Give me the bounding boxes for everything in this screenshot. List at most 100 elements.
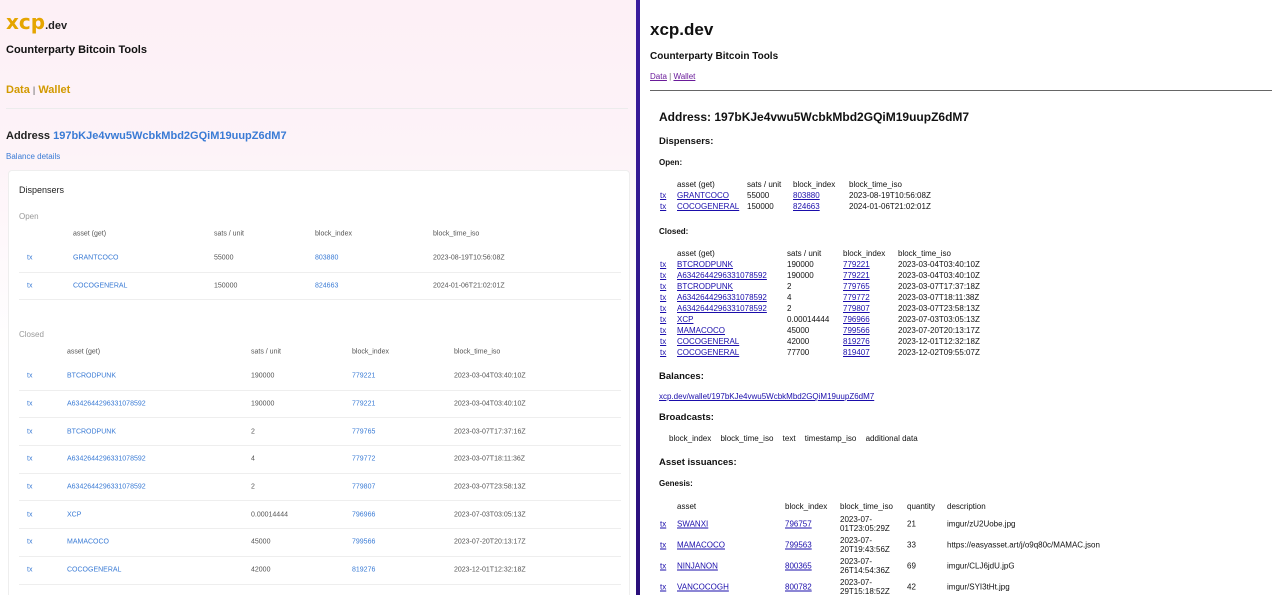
asset-link[interactable]: SWANXI [677,519,708,528]
asset-link[interactable]: BTCRODPUNK [67,373,116,380]
nav-wallet-link[interactable]: Wallet [673,72,695,81]
asset-link[interactable]: MAMACOCO [67,539,109,546]
nav-wallet-link[interactable]: Wallet [38,84,70,96]
block-link[interactable]: 779221 [843,271,870,280]
asset-link[interactable]: A6342644296331078592 [67,401,146,408]
tx-link[interactable]: tx [660,519,666,528]
table-row: tx A6342644296331078592 190000 779221 20… [659,271,1259,282]
asset-link[interactable]: BTCRODPUNK [677,260,733,269]
tx-link[interactable]: tx [660,540,666,549]
asset-link[interactable]: MAMACOCO [677,540,725,549]
asset-link[interactable]: COCOGENERAL [73,283,127,290]
block-link[interactable]: 799566 [352,539,375,546]
asset-link[interactable]: MAMACOCO [677,326,725,335]
tx-link[interactable]: tx [27,255,32,262]
nav-data-link[interactable]: Data [6,84,30,96]
tx-link[interactable]: tx [660,348,666,357]
block-link[interactable]: 803880 [315,255,338,262]
asset-link[interactable]: COCOGENERAL [677,202,739,211]
tx-link[interactable]: tx [27,428,32,435]
tx-link[interactable]: tx [27,456,32,463]
asset-link[interactable]: BTCRODPUNK [677,282,733,291]
block-link[interactable]: 800782 [785,582,812,591]
dispensers-title: Dispensers [19,185,65,195]
qty-value: 33 [907,540,916,549]
top-nav: Data | Wallet [650,72,695,81]
asset-link[interactable]: NINJANON [677,561,718,570]
block-link[interactable]: 779221 [352,401,375,408]
asset-link[interactable]: COCOGENERAL [677,337,739,346]
asset-link[interactable]: A6342644296331078592 [67,456,146,463]
asset-link[interactable]: A6342644296331078592 [677,304,767,313]
block-link[interactable]: 803880 [793,191,820,200]
block-link[interactable]: 796966 [843,315,870,324]
block-link[interactable]: 800365 [785,561,812,570]
asset-link[interactable]: A6342644296331078592 [677,293,767,302]
time-value: 2024-01-06T21:02:01Z [849,202,931,211]
col-block: block_index [352,348,389,356]
divider-line [650,90,1272,91]
block-link[interactable]: 799566 [843,326,870,335]
tx-link[interactable]: tx [660,337,666,346]
balance-details-link[interactable]: Balance details [6,152,60,161]
sats-value: 150000 [747,202,774,211]
asset-link[interactable]: XCP [67,511,81,518]
asset-link[interactable]: COCOGENERAL [677,348,739,357]
block-link[interactable]: 779765 [352,428,375,435]
block-link[interactable]: 824663 [315,283,338,290]
asset-link[interactable]: GRANTCOCO [73,255,119,262]
tx-link[interactable]: tx [27,283,32,290]
block-link[interactable]: 796757 [785,519,812,528]
logo-suffix: .dev [45,20,68,32]
asset-link[interactable]: COCOGENERAL [67,567,121,574]
table-row: tx GRANTCOCO 55000 803880 2023-08-19T10:… [659,191,1259,202]
block-link[interactable]: 779765 [843,282,870,291]
tx-link[interactable]: tx [660,293,666,302]
tx-link[interactable]: tx [660,260,666,269]
address-link[interactable]: 197bKJe4vwu5WcbkMbd2GQiM19uupZ6dM7 [53,130,287,142]
nav-data-link[interactable]: Data [650,72,667,81]
tx-link[interactable]: tx [27,567,32,574]
tx-link[interactable]: tx [660,582,666,591]
tx-link[interactable]: tx [27,401,32,408]
block-link[interactable]: 824663 [793,202,820,211]
col-sats: sats / unit [747,180,782,189]
desc-value: imgur/SYI3tHt.jpg [947,582,1010,591]
block-link[interactable]: 819407 [843,348,870,357]
tx-link[interactable]: tx [660,271,666,280]
table-header: asset (get) sats / unit block_index bloc… [659,180,1259,191]
block-link[interactable]: 779221 [352,373,375,380]
site-title: xcp.dev [650,20,714,39]
tx-link[interactable]: tx [660,304,666,313]
tx-link[interactable]: tx [27,539,32,546]
asset-link[interactable]: XCP [677,315,693,324]
tx-link[interactable]: tx [660,202,666,211]
tx-link[interactable]: tx [27,484,32,491]
tx-link[interactable]: tx [660,191,666,200]
qty-value: 42 [907,582,916,591]
tx-link[interactable]: tx [27,511,32,518]
block-link[interactable]: 779772 [352,456,375,463]
block-link[interactable]: 779221 [843,260,870,269]
block-link[interactable]: 819276 [843,337,870,346]
block-link[interactable]: 779807 [352,484,375,491]
asset-link[interactable]: BTCRODPUNK [67,428,116,435]
block-link[interactable]: 819276 [352,567,375,574]
block-link[interactable]: 779772 [843,293,870,302]
asset-link[interactable]: GRANTCOCO [677,191,729,200]
block-link[interactable]: 799563 [785,540,812,549]
block-link[interactable]: 796966 [352,511,375,518]
asset-link[interactable]: A6342644296331078592 [677,271,767,280]
table-row: tx MAMACOCO 799563 2023-07- 20T19:43:56Z … [659,534,1259,555]
balances-link[interactable]: xcp.dev/wallet/197bKJe4vwu5WcbkMbd2GQiM1… [659,392,874,401]
tx-link[interactable]: tx [660,326,666,335]
asset-link[interactable]: VANCOCOGH [677,582,729,591]
tx-link[interactable]: tx [660,561,666,570]
tx-link[interactable]: tx [660,282,666,291]
logo[interactable]: xcp.dev [6,10,67,34]
asset-link[interactable]: A6342644296331078592 [67,484,146,491]
tx-link[interactable]: tx [660,315,666,324]
tx-link[interactable]: tx [27,373,32,380]
col-qty: quantity [907,502,936,511]
block-link[interactable]: 779807 [843,304,870,313]
